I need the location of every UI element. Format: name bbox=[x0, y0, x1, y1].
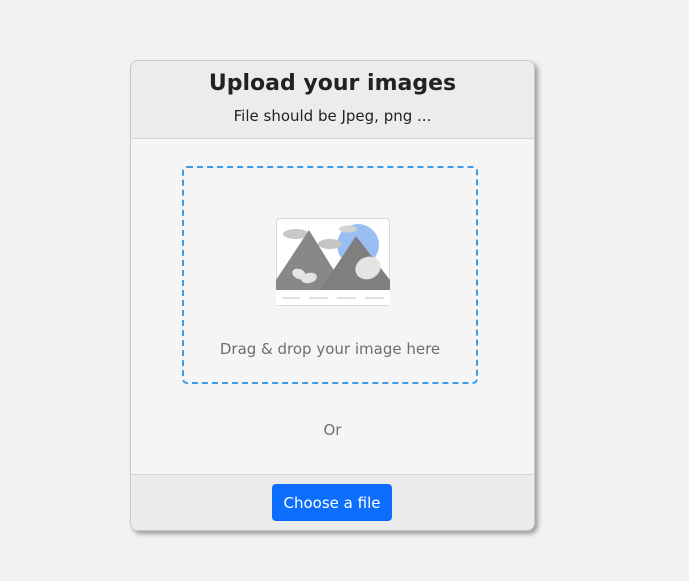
card-header: Upload your images File should be Jpeg, … bbox=[131, 61, 534, 139]
choose-file-button[interactable]: Choose a file bbox=[272, 484, 392, 521]
dropzone-label: Drag & drop your image here bbox=[219, 340, 441, 358]
dropzone[interactable]: Drag & drop your image here bbox=[182, 166, 478, 384]
upload-subtitle: File should be Jpeg, png ... bbox=[233, 107, 432, 125]
or-divider-text: Or bbox=[323, 421, 342, 439]
upload-title: Upload your images bbox=[208, 71, 457, 96]
card-footer: Choose a file bbox=[131, 474, 534, 530]
upload-card: Upload your images File should be Jpeg, … bbox=[130, 60, 535, 531]
image-placeholder-icon bbox=[276, 218, 390, 306]
card-body: Drag & drop your image here Or bbox=[131, 139, 534, 474]
